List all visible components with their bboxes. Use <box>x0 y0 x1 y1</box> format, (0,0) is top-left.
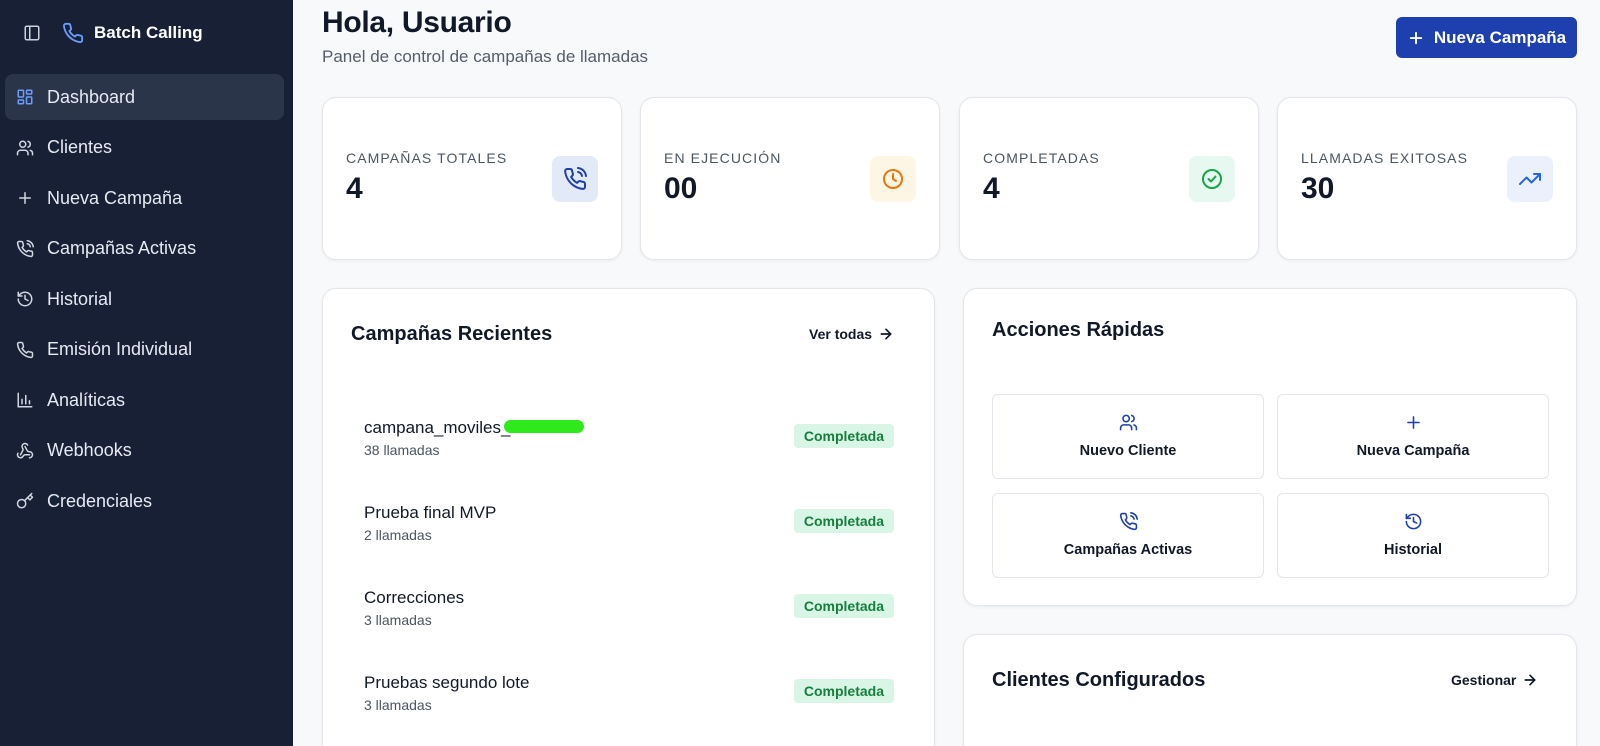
check-circle-icon <box>1189 156 1235 202</box>
manage-label: Gestionar <box>1451 672 1517 688</box>
sidebar-item-campanas-activas[interactable]: Campañas Activas <box>5 226 284 272</box>
manage-link[interactable]: Gestionar <box>1451 672 1538 688</box>
page-title: Hola, Usuario <box>322 6 512 39</box>
quick-action-label: Historial <box>1383 542 1442 558</box>
users-icon <box>15 138 35 158</box>
phone-outgoing-icon <box>993 512 1263 532</box>
campaign-name: Pruebas segundo lote <box>364 673 530 692</box>
webhook-icon <box>15 441 35 461</box>
quick-action-nueva-campana[interactable]: Nueva Campaña <box>1277 394 1549 479</box>
sidebar-item-credenciales[interactable]: Credenciales <box>5 478 284 524</box>
sidebar-item-label: Dashboard <box>47 86 136 107</box>
recent-campaigns-title: Campañas Recientes <box>351 323 553 345</box>
campaign-call-count: 3 llamadas <box>364 697 432 713</box>
stat-card-campanas-totales: CAMPAÑAS TOTALES 4 <box>322 97 622 260</box>
status-badge: Completada <box>793 594 894 618</box>
quick-action-label: Campañas Activas <box>1063 542 1193 558</box>
status-badge: Completada <box>793 679 894 703</box>
campaign-name: campana_moviles_ <box>364 418 511 437</box>
quick-actions-panel: Acciones Rápidas Nuevo Cliente Nueva Cam… <box>963 288 1577 606</box>
brand: Batch Calling <box>22 19 203 47</box>
arrow-right-icon <box>878 326 894 342</box>
campaign-call-count: 38 llamadas <box>364 442 440 458</box>
phone-icon <box>62 22 84 44</box>
sidebar-item-clientes[interactable]: Clientes <box>5 125 284 171</box>
bar-chart-icon <box>15 390 35 410</box>
brand-name: Batch Calling <box>94 23 203 42</box>
sidebar-item-label: Nueva Campaña <box>47 187 183 208</box>
stat-value: 30 <box>1301 172 1335 205</box>
phone-outgoing-icon <box>552 156 598 202</box>
sidebar-item-label: Campañas Activas <box>47 238 197 258</box>
sidebar-item-analiticas[interactable]: Analíticas <box>5 377 284 423</box>
key-icon <box>15 491 35 511</box>
quick-action-historial[interactable]: Historial <box>1277 493 1549 578</box>
phone-outgoing-icon <box>15 239 35 259</box>
stat-card-en-ejecucion: EN EJECUCIÓN 00 <box>640 97 940 260</box>
recent-campaigns-panel: Campañas Recientes Ver todas campana_mov… <box>322 288 935 746</box>
sidebar-item-nueva-campana[interactable]: Nueva Campaña <box>5 175 284 221</box>
stat-card-completadas: COMPLETADAS 4 <box>959 97 1259 260</box>
campaign-item[interactable]: Correcciones 3 llamadas Completada <box>364 588 894 648</box>
stat-card-llamadas-exitosas: LLAMADAS EXITOSAS 30 <box>1277 97 1577 260</box>
status-badge: Completada <box>793 424 894 448</box>
phone-icon <box>15 340 35 360</box>
sidebar-item-label: Webhooks <box>47 440 132 460</box>
quick-action-nuevo-cliente[interactable]: Nuevo Cliente <box>992 394 1264 479</box>
campaign-name: Correcciones <box>364 588 465 607</box>
sidebar-item-webhooks[interactable]: Webhooks <box>5 428 284 474</box>
history-icon <box>1278 512 1548 532</box>
plus-icon <box>1407 29 1425 47</box>
view-all-label: Ver todas <box>809 326 873 342</box>
stat-label: LLAMADAS EXITOSAS <box>1301 150 1469 166</box>
view-all-link[interactable]: Ver todas <box>809 326 894 342</box>
sidebar-nav: Dashboard Clientes Nueva Campaña Campaña… <box>5 74 284 529</box>
quick-action-label: Nuevo Cliente <box>1079 443 1177 459</box>
arrow-right-icon <box>1522 672 1538 688</box>
sidebar-item-historial[interactable]: Historial <box>5 276 284 322</box>
stat-value: 00 <box>664 172 698 205</box>
new-campaign-button-label: Nueva Campaña <box>1433 27 1567 47</box>
campaign-item[interactable]: Pruebas segundo lote 3 llamadas Completa… <box>364 673 894 733</box>
users-icon <box>993 413 1263 433</box>
status-badge: Completada <box>793 509 894 533</box>
stat-label: COMPLETADAS <box>983 150 1100 166</box>
new-campaign-button[interactable]: Nueva Campaña <box>1396 17 1577 58</box>
stat-value: 4 <box>346 172 363 205</box>
stat-label: CAMPAÑAS TOTALES <box>346 150 508 166</box>
sidebar-toggle-icon[interactable] <box>22 23 42 43</box>
campaign-item[interactable]: campana_moviles_ 38 llamadas Completada <box>364 418 894 478</box>
sidebar-item-dashboard[interactable]: Dashboard <box>5 74 284 120</box>
campaign-call-count: 3 llamadas <box>364 612 432 628</box>
campaign-item[interactable]: Prueba final MVP 2 llamadas Completada <box>364 503 894 563</box>
configured-clients-title: Clientes Configurados <box>992 669 1206 691</box>
trending-up-icon <box>1507 156 1553 202</box>
layout-grid-icon <box>15 87 35 107</box>
configured-clients-panel: Clientes Configurados Gestionar <box>963 634 1577 746</box>
sidebar-item-label: Credenciales <box>47 490 153 511</box>
stat-value: 4 <box>983 172 1000 205</box>
sidebar-item-label: Emisión Individual <box>47 339 193 359</box>
page-subtitle: Panel de control de campañas de llamadas <box>322 47 649 66</box>
sidebar-item-label: Analíticas <box>47 389 126 410</box>
quick-actions-title: Acciones Rápidas <box>992 319 1165 341</box>
campaign-name: Prueba final MVP <box>364 503 497 522</box>
sidebar: Batch Calling Dashboard Clientes Nueva C… <box>0 0 293 746</box>
redaction-mark <box>504 420 584 433</box>
stat-label: EN EJECUCIÓN <box>664 150 782 166</box>
quick-action-campanas-activas[interactable]: Campañas Activas <box>992 493 1264 578</box>
plus-icon <box>1278 413 1548 433</box>
history-icon <box>15 289 35 309</box>
sidebar-item-label: Historial <box>47 288 113 309</box>
quick-action-label: Nueva Campaña <box>1356 443 1470 459</box>
sidebar-item-emision-individual[interactable]: Emisión Individual <box>5 327 284 373</box>
sidebar-item-label: Clientes <box>47 137 113 157</box>
plus-icon <box>15 188 35 208</box>
campaign-call-count: 2 llamadas <box>364 527 432 543</box>
clock-icon <box>870 156 916 202</box>
